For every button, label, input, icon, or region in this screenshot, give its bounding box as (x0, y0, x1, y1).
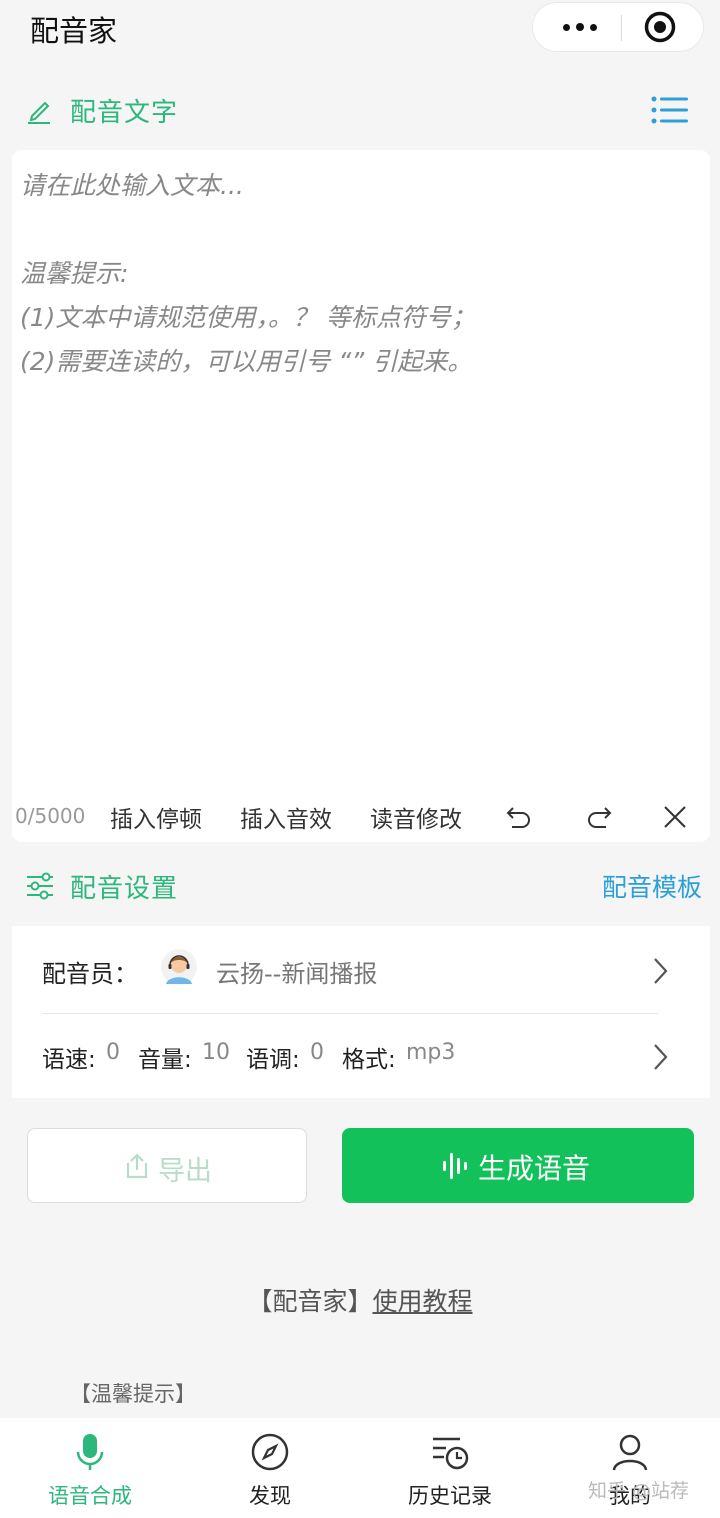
sliders-icon (27, 872, 53, 900)
export-icon (126, 1153, 148, 1179)
voice-params-row[interactable]: 语速: 0 音量: 10 语调: 0 格式: mp3 (12, 1014, 710, 1098)
tips-heading: 【温馨提示】 (70, 1382, 196, 1406)
speed-value: 0 (106, 1040, 120, 1065)
mini-program-capsule (532, 2, 704, 52)
voice-actor-value: 云扬--新闻播报 (216, 960, 378, 988)
placeholder-line: 温馨提示: (20, 259, 129, 288)
close-mini-program-icon[interactable] (643, 10, 677, 44)
tab-label: 语音合成 (48, 1484, 132, 1508)
placeholder-line (20, 208, 700, 252)
sound-wave-icon (443, 1153, 467, 1179)
list-menu-icon[interactable] (650, 94, 690, 126)
volume-label: 音量: (138, 1047, 192, 1073)
export-label: 导出 (158, 1156, 212, 1187)
pitch-label: 语调: (246, 1047, 300, 1073)
placeholder-line: 请在此处输入文本... (20, 171, 244, 200)
insert-sfx-button[interactable]: 插入音效 (240, 800, 332, 834)
placeholder-line: (1)文本中请规范使用，。？ 等标点符号； (20, 303, 476, 332)
history-icon (433, 1437, 469, 1470)
speed-label: 语速: (42, 1047, 96, 1073)
settings-section-title: 配音设置 (70, 874, 179, 904)
compass-icon (251, 1433, 289, 1471)
placeholder-line: (2)需要连读的，可以用引号 “” 引起来。 (20, 347, 473, 376)
clear-icon[interactable] (660, 802, 690, 832)
tab-label: 发现 (249, 1484, 291, 1508)
voice-actor-row[interactable]: 配音员： 云扬--新闻播报 (12, 926, 710, 1014)
insert-pause-button[interactable]: 插入停顿 (110, 800, 202, 834)
chevron-right-icon (654, 1044, 668, 1070)
text-section-title: 配音文字 (70, 98, 179, 128)
bottom-tab-bar: 语音合成 发现 历史记录 我的 知乎 @站荐 (0, 1418, 720, 1518)
editor-toolbar: 0/5000 插入停顿 插入音效 读音修改 (12, 790, 710, 840)
settings-section-header: 配音设置 配音模板 (0, 862, 720, 912)
app-title: 配音家 (30, 14, 118, 48)
tutorial-line: 【配音家】使用教程 (0, 1282, 720, 1318)
format-value: mp3 (406, 1040, 456, 1065)
chevron-right-icon (654, 958, 668, 984)
microphone-icon (76, 1434, 104, 1470)
voice-actor-avatar (161, 949, 197, 985)
export-button[interactable]: 导出 (27, 1128, 307, 1203)
redo-icon[interactable] (584, 802, 614, 832)
settings-card: 配音员： 云扬--新闻播报 语速: 0 音量: 10 语调: 0 格式: mp3 (12, 926, 710, 1098)
format-label: 格式: (342, 1047, 396, 1073)
generate-speech-button[interactable]: 生成语音 (342, 1128, 694, 1203)
more-menu-button[interactable] (555, 3, 605, 51)
tab-speech-synthesis[interactable]: 语音合成 (0, 1418, 180, 1518)
undo-icon[interactable] (504, 802, 534, 832)
tutorial-link[interactable]: 使用教程 (373, 1287, 473, 1316)
tab-profile[interactable]: 我的 (540, 1418, 720, 1518)
title-bar: 配音家 (0, 0, 720, 56)
char-count: 0/5000 (15, 804, 86, 828)
pronunciation-button[interactable]: 读音修改 (370, 800, 462, 834)
pencil-icon (28, 101, 50, 124)
voice-template-link[interactable]: 配音模板 (602, 868, 702, 904)
watermark: 知乎 @站荐 (588, 1480, 690, 1502)
tab-discover[interactable]: 发现 (180, 1418, 360, 1518)
generate-speech-label: 生成语音 (478, 1152, 591, 1185)
voice-actor-label: 配音员： (42, 960, 138, 988)
text-input-area[interactable]: 请在此处输入文本... 温馨提示: (1)文本中请规范使用，。？ 等标点符号； … (12, 150, 710, 842)
user-icon (612, 1434, 648, 1471)
pitch-value: 0 (310, 1040, 324, 1065)
volume-value: 10 (202, 1040, 230, 1065)
tutorial-prefix: 【配音家】 (247, 1287, 373, 1316)
editor-placeholder: 请在此处输入文本... 温馨提示: (1)文本中请规范使用，。？ 等标点符号； … (20, 164, 700, 384)
text-section-header: 配音文字 (0, 86, 720, 136)
tab-history[interactable]: 历史记录 (360, 1418, 540, 1518)
capsule-divider (621, 15, 622, 41)
tab-label: 历史记录 (408, 1484, 492, 1508)
